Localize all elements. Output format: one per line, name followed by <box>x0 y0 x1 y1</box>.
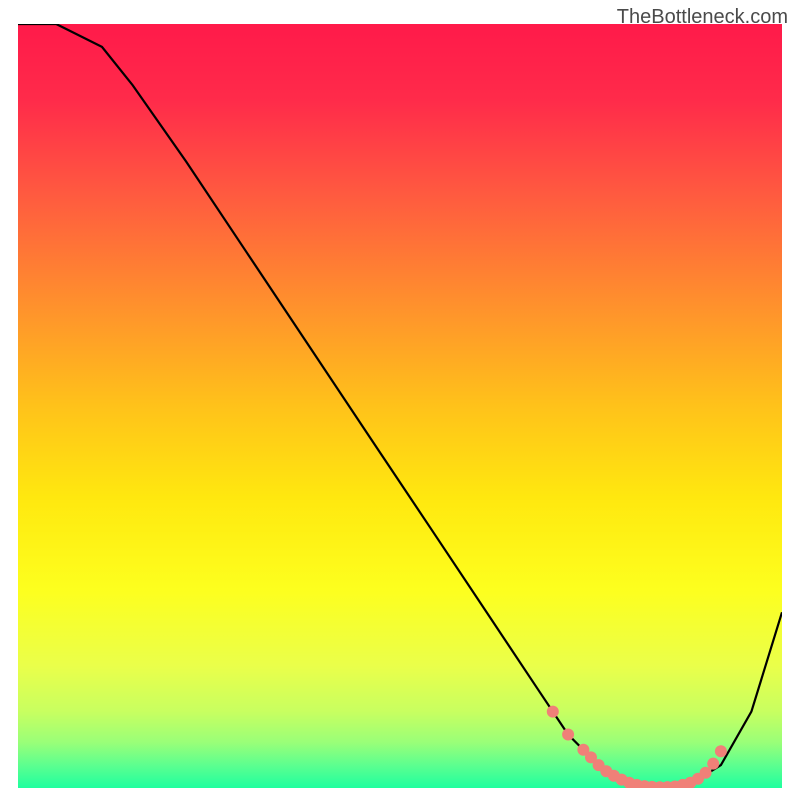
watermark-text: TheBottleneck.com <box>617 6 788 29</box>
chart-container: TheBottleneck.com <box>0 0 800 800</box>
marker-point <box>707 758 719 770</box>
marker-point <box>715 745 727 757</box>
highlight-markers <box>547 706 727 788</box>
marker-point <box>547 706 559 718</box>
marker-point <box>562 729 574 741</box>
bottleneck-curve <box>18 24 782 788</box>
curve-layer <box>18 24 782 788</box>
plot-area <box>18 24 782 788</box>
